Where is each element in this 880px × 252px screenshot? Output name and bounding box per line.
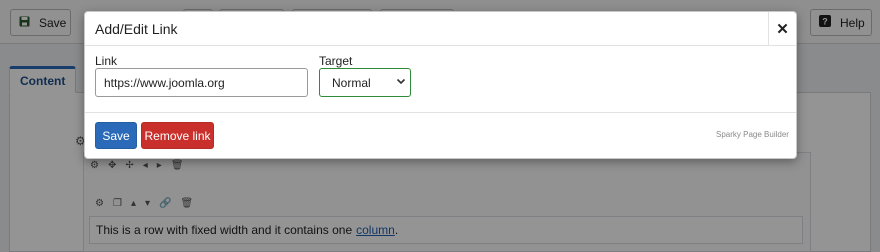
target-select[interactable]: Normal xyxy=(319,68,411,97)
save-button-label: Save xyxy=(102,128,130,143)
chevron-down-icon xyxy=(396,76,406,89)
save-button[interactable]: Save xyxy=(95,122,137,149)
close-button[interactable]: ✕ xyxy=(768,12,796,46)
dialog-divider xyxy=(85,112,796,113)
brand-text: Sparky Page Builder xyxy=(716,130,789,139)
dialog-header: Add/Edit Link ✕ xyxy=(85,12,796,46)
remove-link-button-label: Remove link xyxy=(144,128,211,143)
target-label: Target xyxy=(319,54,353,68)
target-select-value: Normal xyxy=(332,75,371,90)
remove-link-button[interactable]: Remove link xyxy=(141,122,214,149)
add-edit-link-dialog: Add/Edit Link ✕ Link Target Normal Save … xyxy=(84,11,797,159)
dialog-title: Add/Edit Link xyxy=(95,21,178,37)
link-label: Link xyxy=(95,54,118,68)
link-input[interactable] xyxy=(95,68,308,97)
close-icon: ✕ xyxy=(776,21,789,38)
